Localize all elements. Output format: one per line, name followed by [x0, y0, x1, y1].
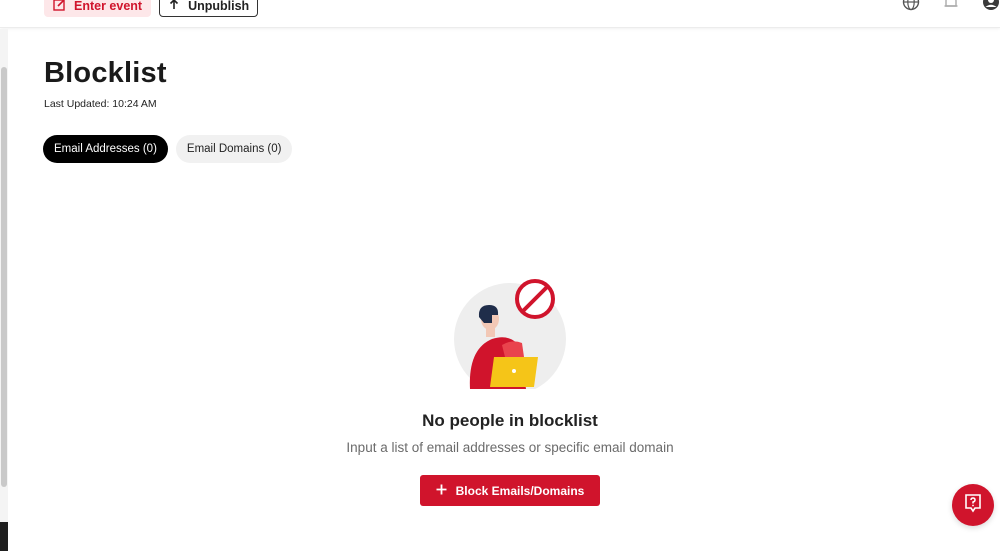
- enter-event-label: Enter event: [74, 0, 143, 13]
- upload-icon: [168, 0, 180, 13]
- block-button-label: Block Emails/Domains: [455, 483, 585, 498]
- help-button[interactable]: [952, 484, 994, 526]
- enter-event-button[interactable]: Enter event: [44, 0, 152, 17]
- globe-icon[interactable]: [902, 0, 920, 16]
- tab-email-addresses[interactable]: Email Addresses (0): [43, 135, 168, 163]
- tab-email-domains[interactable]: Email Domains (0): [175, 135, 293, 163]
- block-emails-domains-button[interactable]: Block Emails/Domains: [420, 475, 600, 506]
- empty-state-title: No people in blocklist: [422, 411, 598, 430]
- topbar-icons: [902, 0, 1000, 16]
- vertical-scrollbar[interactable]: [0, 29, 8, 551]
- bell-icon[interactable]: [942, 0, 960, 16]
- unpublish-label: Unpublish: [188, 0, 250, 13]
- empty-state-description: Input a list of email addresses or speci…: [346, 440, 674, 455]
- window-corner: [0, 522, 8, 551]
- page-title: Blocklist: [44, 57, 167, 89]
- last-updated-text: Last Updated: 10:24 AM: [44, 98, 157, 110]
- empty-state-illustration: [452, 277, 568, 395]
- unpublish-button[interactable]: Unpublish: [159, 0, 259, 17]
- user-icon[interactable]: [982, 0, 1000, 16]
- help-icon: [963, 493, 983, 518]
- topbar-actions: Enter event Unpublish: [44, 0, 259, 17]
- blocklist-tabs: Email Addresses (0) Email Domains (0): [43, 135, 293, 163]
- edit-icon: [53, 0, 66, 14]
- top-bar: Enter event Unpublish: [0, 0, 1000, 28]
- plus-icon: [436, 484, 447, 498]
